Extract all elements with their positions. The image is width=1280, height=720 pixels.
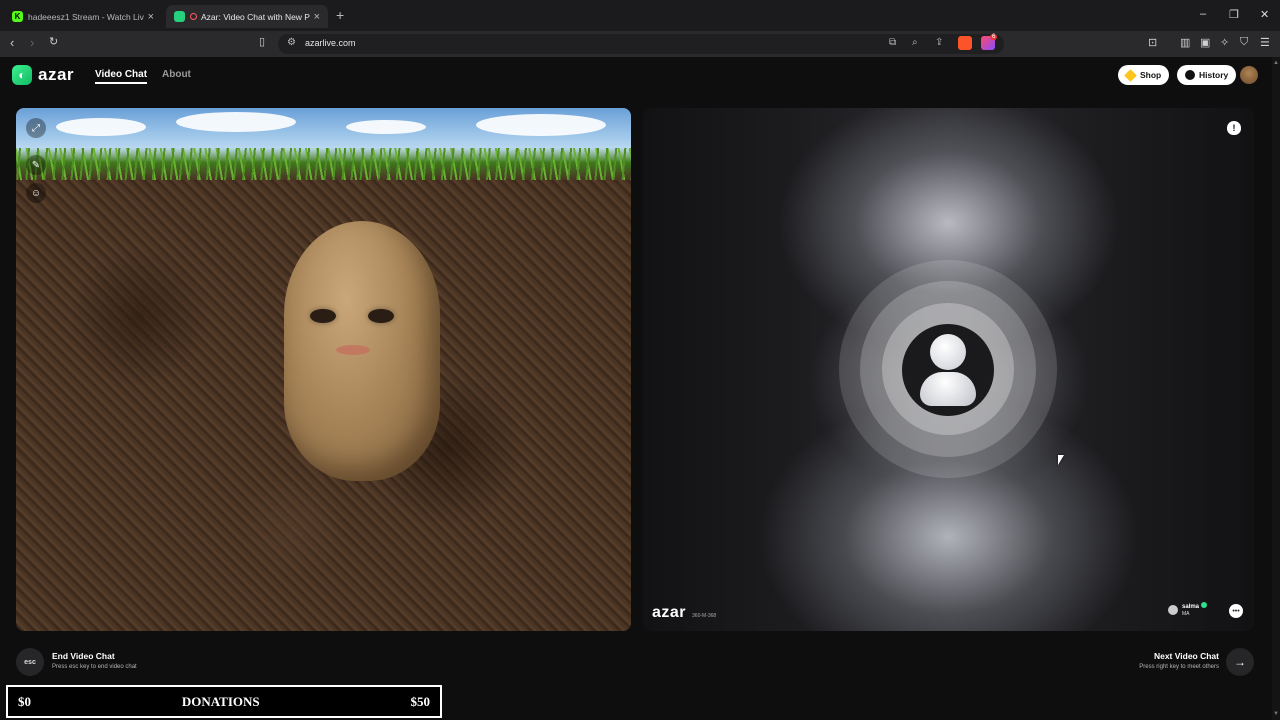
end-chat-title: End Video Chat [52, 651, 115, 661]
chat-icon[interactable]: ••• [1229, 604, 1243, 618]
mouse-cursor [1058, 455, 1064, 465]
next-chat-hint: Press right key to meet others [1139, 664, 1219, 670]
scroll-up-icon[interactable]: ▲ [1273, 60, 1279, 66]
menu-icon[interactable]: ☰ [1260, 36, 1270, 49]
wallet-icon[interactable]: ▣ [1200, 36, 1210, 49]
azar-logo[interactable]: ◐ azar [12, 65, 74, 85]
clock-icon [1185, 70, 1195, 80]
close-window-icon[interactable]: ✕ [1260, 8, 1269, 21]
tab-azar[interactable]: Azar: Video Chat with New Pe × [166, 5, 328, 28]
grass-strip [16, 148, 631, 180]
report-icon[interactable]: ! [1227, 121, 1241, 135]
end-chat-hint: Press esc key to end video chat [52, 664, 137, 670]
watermark-id: 360-M-368 [692, 613, 717, 619]
donations-max: $50 [410, 693, 431, 709]
tab-title: hadeeesz1 Stream - Watch Live on Ki [28, 11, 144, 22]
open-external-icon[interactable]: ⧉ [889, 37, 896, 48]
tab-kick-stream[interactable]: K hadeeesz1 Stream - Watch Live on Ki × [4, 5, 162, 28]
peer-country: MA [1182, 611, 1190, 617]
gem-icon [1124, 68, 1137, 82]
screenshot-icon[interactable]: ⊡ [1148, 36, 1157, 49]
nav-video-chat[interactable]: Video Chat [95, 69, 148, 84]
self-video: ⤢ ✎ ☺ [16, 108, 631, 631]
peer-avatar [1168, 605, 1178, 615]
mouth [336, 345, 370, 355]
azar-logo-icon: ◐ [12, 65, 32, 85]
reload-icon[interactable]: ↻ [49, 35, 58, 48]
shop-button[interactable]: Shop [1118, 65, 1170, 85]
site-info-icon[interactable]: ⚙ [287, 37, 296, 48]
next-chat-title: Next Video Chat [1153, 651, 1219, 661]
peer-name: salma [1182, 604, 1200, 610]
magic-wand-icon[interactable]: ✎ [26, 155, 46, 175]
person-icon-body [920, 372, 976, 406]
donations-goal-bar: $0 DONATIONS $50 [6, 685, 442, 718]
share-icon[interactable]: ⇪ [935, 37, 943, 48]
donations-min: $0 [18, 693, 31, 709]
azar-watermark: azar 360-M-368 [652, 604, 716, 622]
restore-icon[interactable]: ❐ [1229, 8, 1239, 21]
history-label: History [1199, 70, 1229, 80]
verified-icon [1201, 602, 1208, 608]
brave-shields-icon[interactable] [958, 36, 972, 50]
leo-ai-icon[interactable]: ✧ [1220, 36, 1229, 49]
watermark-logo: azar [652, 604, 687, 621]
forward-icon[interactable]: › [30, 35, 34, 50]
close-icon[interactable]: × [314, 11, 320, 23]
history-button[interactable]: History [1177, 65, 1237, 85]
recording-icon [190, 13, 197, 20]
peer-info[interactable]: salma MA [1168, 602, 1208, 618]
scroll-down-icon[interactable]: ▼ [1273, 711, 1279, 717]
tab-title: Azar: Video Chat with New Pe [201, 11, 310, 22]
donations-label: DONATIONS [181, 693, 260, 709]
browser-tab-strip: K hadeeesz1 Stream - Watch Live on Ki × … [0, 0, 1280, 31]
end-chat-button[interactable]: esc [16, 648, 44, 676]
nav-about[interactable]: About [162, 69, 191, 80]
shop-label: Shop [1140, 70, 1162, 80]
bookmark-icon[interactable]: ▯ [259, 35, 265, 48]
close-icon[interactable]: × [148, 11, 154, 23]
next-chat-button[interactable]: → [1226, 648, 1254, 676]
sidebar-icon[interactable]: ▥ [1180, 36, 1190, 49]
zoom-icon[interactable]: ⌕ [912, 37, 918, 48]
expand-icon[interactable]: ⤢ [26, 118, 46, 138]
person-icon [930, 334, 966, 370]
address-bar[interactable]: ⚙ azarlive.com ⧉ ⌕ ⇪ [278, 34, 1004, 54]
right-eye [368, 309, 394, 323]
page-scrollbar[interactable]: ▲ ▼ [1272, 57, 1280, 720]
sticker-icon[interactable]: ☺ [26, 183, 46, 203]
profile-avatar[interactable] [1240, 66, 1258, 84]
minimize-icon[interactable]: – [1200, 8, 1206, 20]
browser-toolbar: ‹ › ↻ ▯ ⚙ azarlive.com ⧉ ⌕ ⇪ 6 ⊡ ▥ ▣ ✧ ⛉… [0, 31, 1280, 57]
left-eye [310, 309, 336, 323]
vpn-icon[interactable]: ⛉ [1240, 36, 1248, 49]
kick-icon: K [12, 11, 23, 22]
potato-face-filter [284, 221, 440, 481]
azar-page: ◐ azar Video Chat About Shop History ⤢ ✎… [0, 57, 1280, 720]
back-icon[interactable]: ‹ [10, 35, 14, 50]
new-tab-button[interactable]: + [336, 7, 344, 23]
peer-video: ! azar 360-M-368 salma MA ••• [643, 108, 1254, 631]
url-text: azarlive.com [305, 38, 356, 48]
logo-text: azar [38, 65, 75, 84]
azar-icon [174, 11, 185, 22]
